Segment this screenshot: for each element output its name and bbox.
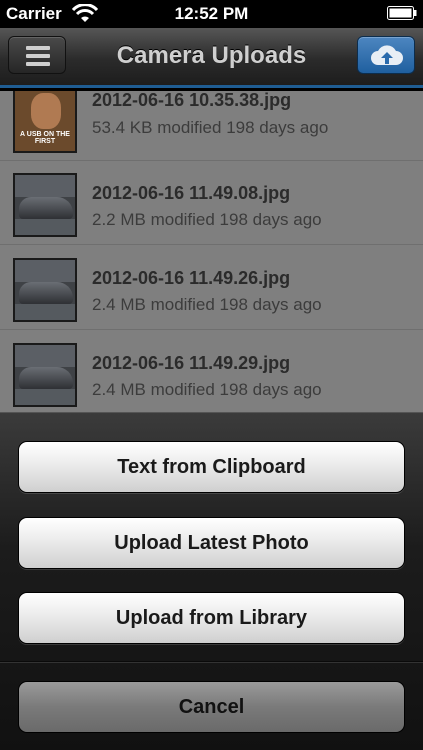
file-thumbnail [13,173,77,237]
file-name: 2012-06-16 10.35.38.jpg [92,91,292,110]
file-name: 2012-06-16 11.49.26.jpg [92,268,291,288]
file-row[interactable]: 2012-06-16 11.49.26.jpg 2.4 MB modified … [0,246,423,330]
file-name: 2012-06-16 11.49.08.jpg [92,183,291,203]
file-row[interactable]: A USB ON THE FIRST 2012-06-16 10.35.38.j… [0,91,423,161]
battery-icon [387,6,417,20]
file-meta: 53.4 KB modified 198 days ago [92,118,329,137]
cloud-upload-icon [371,45,403,65]
text-from-clipboard-button[interactable]: Text from Clipboard [18,441,405,493]
file-meta: 2.4 MB modified 198 days ago [92,295,322,314]
file-row[interactable]: 2012-06-16 11.49.29.jpg 2.4 MB modified … [0,331,423,412]
upload-from-library-button[interactable]: Upload from Library [18,592,405,644]
file-meta: 2.4 MB modified 198 days ago [92,380,322,399]
file-list: A USB ON THE FIRST 2012-06-16 10.35.38.j… [0,91,423,412]
file-thumbnail: A USB ON THE FIRST [13,91,77,153]
upload-button[interactable] [357,36,415,74]
status-bar: Carrier 12:52 PM [0,0,423,28]
nav-bar: Camera Uploads [0,28,423,88]
file-name: 2012-06-16 11.49.29.jpg [92,353,291,373]
file-thumbnail [13,343,77,407]
file-row[interactable]: 2012-06-16 11.49.08.jpg 2.2 MB modified … [0,161,423,245]
file-meta: 2.2 MB modified 198 days ago [92,210,322,229]
status-time: 12:52 PM [174,4,249,23]
file-thumbnail [13,258,77,322]
action-sheet: Text from Clipboard Upload Latest Photo … [0,412,423,750]
divider [0,661,423,663]
upload-latest-photo-button[interactable]: Upload Latest Photo [18,517,405,569]
cancel-button[interactable]: Cancel [18,681,405,733]
